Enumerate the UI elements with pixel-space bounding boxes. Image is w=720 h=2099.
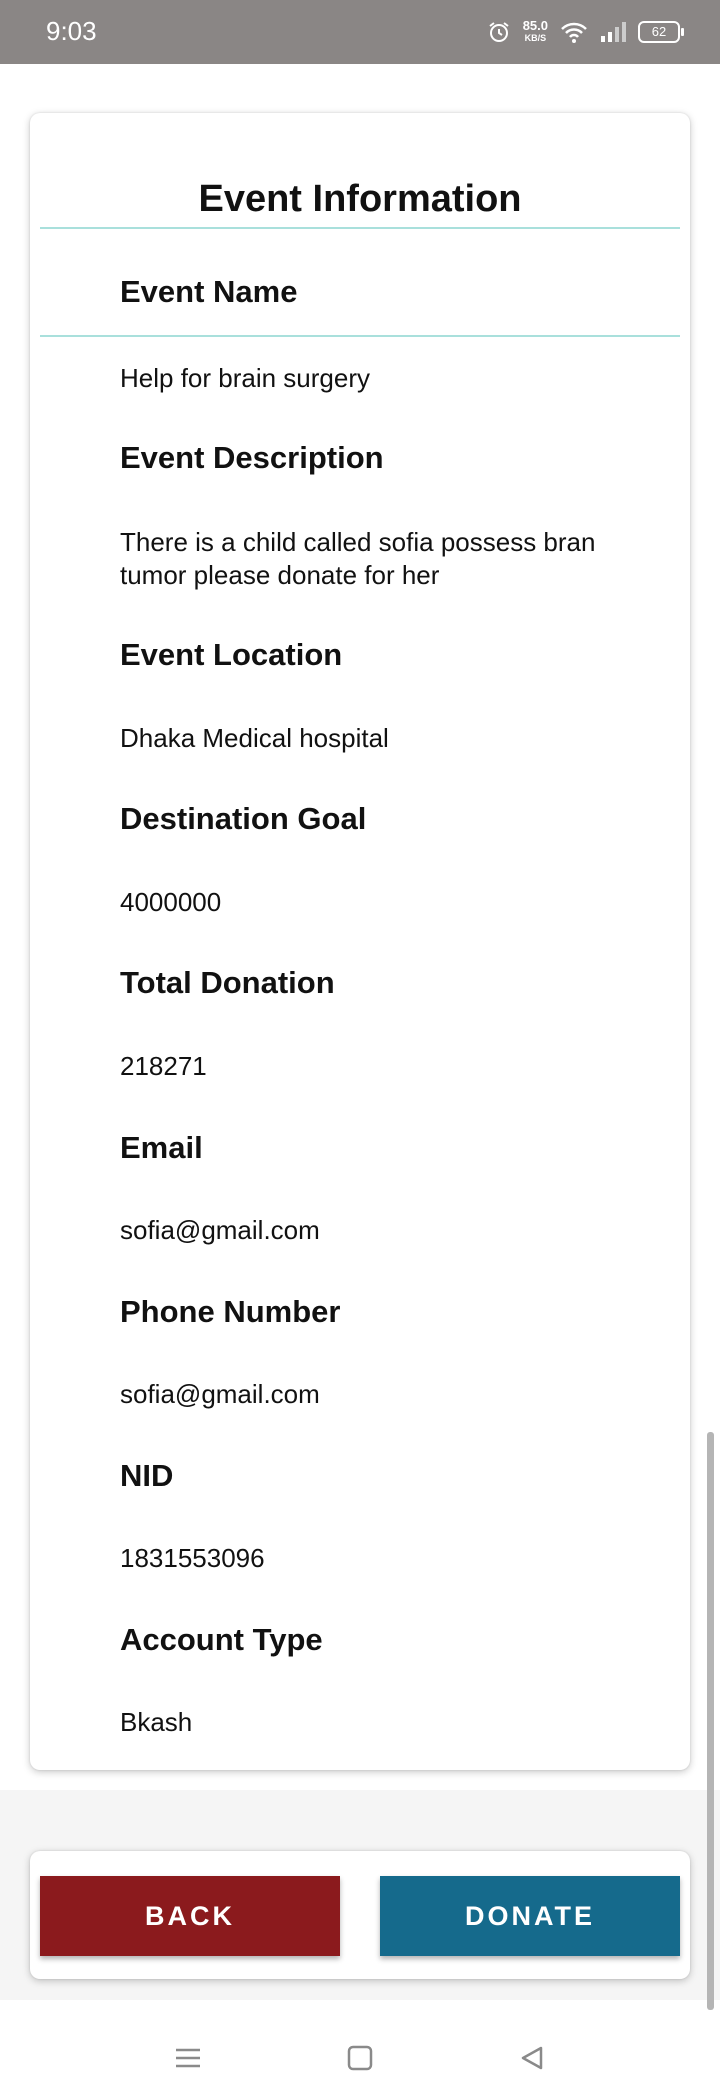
destination-goal-label: Destination Goal [120,801,367,836]
nid-label: NID [120,1458,174,1493]
back-button[interactable]: BACK [40,1876,340,1956]
status-icons: 85.0 KB/S 62 [487,12,684,52]
total-donation-value: 218271 [120,1051,207,1081]
event-name-label: Event Name [120,274,298,309]
account-type-label: Account Type [120,1622,323,1657]
phone-number-label: Phone Number [120,1294,341,1329]
total-donation-label: Total Donation [120,965,335,1000]
email-value: sofia@gmail.com [120,1215,320,1245]
event-description-label: Event Description [120,440,384,475]
navigation-bar [0,2020,720,2099]
account-type-value: Bkash [120,1707,193,1737]
back-triangle-icon[interactable] [512,2038,552,2078]
home-icon[interactable] [340,2038,380,2078]
phone-number-value: sofia@gmail.com [120,1379,320,1409]
event-location-label: Event Location [120,637,343,672]
event-name-divider [40,335,680,337]
battery-icon: 62 [638,21,684,43]
page-title: Event Information [198,178,522,220]
nid-value: 1831553096 [120,1543,265,1573]
status-bar: 9:03 85.0 KB/S 62 [0,0,720,64]
donate-button[interactable]: DONATE [380,1876,680,1956]
menu-icon[interactable] [168,2038,208,2078]
event-location-value: Dhaka Medical hospital [120,723,389,753]
status-time: 9:03 [46,16,97,46]
email-label: Email [120,1130,203,1165]
scrollbar[interactable] [707,1432,714,2010]
wifi-icon [560,20,588,44]
event-name-value: Help for brain surgery [120,363,370,393]
signal-icon [600,20,626,44]
title-divider [40,227,680,229]
network-speed: 85.0 KB/S [522,18,548,43]
event-description-value: There is a child called sofia possess br… [120,527,596,590]
destination-goal-value: 4000000 [120,887,222,917]
alarm-icon [487,20,511,44]
